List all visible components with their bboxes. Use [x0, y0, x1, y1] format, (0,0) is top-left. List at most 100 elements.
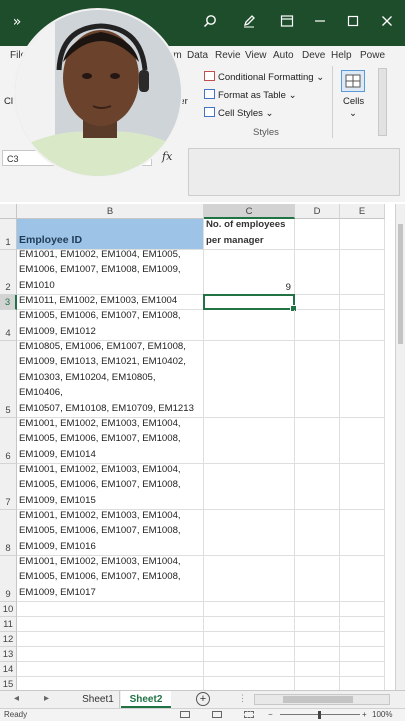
- cell-c4[interactable]: [204, 310, 295, 341]
- cell-d1[interactable]: [295, 219, 340, 250]
- column-header-e[interactable]: E: [340, 204, 385, 219]
- cell-d10[interactable]: [295, 602, 340, 617]
- cell-e9[interactable]: [340, 556, 385, 602]
- row-header-10[interactable]: 10: [0, 602, 17, 617]
- cell-e12[interactable]: [340, 632, 385, 647]
- cells-icon[interactable]: [341, 70, 365, 92]
- cell-e3[interactable]: [340, 295, 385, 310]
- cell-e11[interactable]: [340, 617, 385, 632]
- column-header-c[interactable]: C: [204, 204, 295, 219]
- cell-c10[interactable]: [204, 602, 295, 617]
- cell-c9[interactable]: [204, 556, 295, 602]
- chevron-icon[interactable]: »: [6, 14, 28, 30]
- page-break-icon[interactable]: [244, 711, 254, 718]
- zoom-in-icon[interactable]: +: [362, 709, 367, 721]
- cell-c6[interactable]: [204, 418, 295, 464]
- cell-e2[interactable]: [340, 250, 385, 295]
- row-header-4[interactable]: 4: [0, 310, 17, 341]
- row-header-9[interactable]: 9: [0, 556, 17, 602]
- row-header-6[interactable]: 6: [0, 418, 17, 464]
- cell-e7[interactable]: [340, 464, 385, 510]
- row-header-12[interactable]: 12: [0, 632, 17, 647]
- cell-d8[interactable]: [295, 510, 340, 556]
- cell-d5[interactable]: [295, 341, 340, 418]
- conditional-formatting-button[interactable]: Conditional Formatting ⌄: [204, 71, 324, 83]
- cell-b2[interactable]: EM1001, EM1002, EM1004, EM1005, EM1006, …: [17, 250, 204, 295]
- zoom-out-icon[interactable]: −: [268, 709, 273, 721]
- cell-b5[interactable]: EM1011, EM1042, EM1063, EM1064, EM10805,…: [17, 341, 204, 418]
- pen-icon[interactable]: [238, 14, 260, 32]
- spreadsheet-grid[interactable]: B C D E 1 Employee ID No. of employees per man…: [0, 204, 405, 692]
- scrollbar-thumb[interactable]: [283, 696, 353, 703]
- cell-d9[interactable]: [295, 556, 340, 602]
- formula-input[interactable]: [188, 148, 400, 196]
- row-header-5[interactable]: 5: [0, 341, 17, 418]
- page-layout-icon[interactable]: [212, 711, 222, 718]
- cell-e8[interactable]: [340, 510, 385, 556]
- cell-e1[interactable]: [340, 219, 385, 250]
- cell-c8[interactable]: [204, 510, 295, 556]
- vertical-scrollbar-thumb[interactable]: [398, 224, 403, 344]
- row-header-13[interactable]: 13: [0, 647, 17, 662]
- cell-b13[interactable]: [17, 647, 204, 662]
- row-header-7[interactable]: 7: [0, 464, 17, 510]
- cell-c5[interactable]: [204, 341, 295, 418]
- cell-b12[interactable]: [17, 632, 204, 647]
- minimize-icon[interactable]: [309, 14, 331, 32]
- selected-cell-c3[interactable]: [203, 294, 297, 312]
- cell-b9[interactable]: EM1001, EM1002, EM1003, EM1004, EM1005, …: [17, 556, 204, 602]
- horizontal-scrollbar[interactable]: [254, 694, 390, 705]
- cell-d11[interactable]: [295, 617, 340, 632]
- row-header-3[interactable]: 3: [0, 295, 17, 310]
- row-header-14[interactable]: 14: [0, 662, 17, 677]
- cell-d3[interactable]: [295, 295, 340, 310]
- cell-c1[interactable]: No. of employees per manager: [204, 219, 295, 250]
- cell-b6[interactable]: EM1001, EM1002, EM1003, EM1004, EM1005, …: [17, 418, 204, 464]
- function-icon[interactable]: fx: [162, 150, 172, 163]
- cell-styles-button[interactable]: Cell Styles ⌄: [204, 107, 273, 119]
- cell-e10[interactable]: [340, 602, 385, 617]
- cell-e14[interactable]: [340, 662, 385, 677]
- add-sheet-icon[interactable]: +: [196, 692, 210, 706]
- tab-automate[interactable]: Auto: [273, 50, 294, 61]
- cell-b1[interactable]: Employee ID: [17, 219, 204, 250]
- cell-d2[interactable]: [295, 250, 340, 295]
- ribbon-scrollbar[interactable]: [378, 68, 387, 136]
- tab-view[interactable]: View: [245, 50, 267, 61]
- cell-c12[interactable]: [204, 632, 295, 647]
- ribbon-display-icon[interactable]: [276, 14, 298, 32]
- cell-d7[interactable]: [295, 464, 340, 510]
- row-header-8[interactable]: 8: [0, 510, 17, 556]
- cell-c7[interactable]: [204, 464, 295, 510]
- cell-b11[interactable]: [17, 617, 204, 632]
- column-header-b[interactable]: B: [17, 204, 204, 219]
- tab-sheet2[interactable]: Sheet2: [121, 691, 171, 708]
- cell-b10[interactable]: [17, 602, 204, 617]
- vertical-scrollbar[interactable]: [395, 204, 405, 690]
- sheet-next-icon[interactable]: ▸: [44, 693, 49, 704]
- cell-b3[interactable]: EM1011, EM1002, EM1003, EM1004: [17, 295, 204, 310]
- cell-d12[interactable]: [295, 632, 340, 647]
- cell-e6[interactable]: [340, 418, 385, 464]
- normal-view-icon[interactable]: [180, 711, 190, 718]
- row-header-2[interactable]: 2: [0, 250, 17, 295]
- cell-b8[interactable]: EM1001, EM1002, EM1003, EM1004, EM1005, …: [17, 510, 204, 556]
- column-header-d[interactable]: D: [295, 204, 340, 219]
- cell-d14[interactable]: [295, 662, 340, 677]
- cell-d6[interactable]: [295, 418, 340, 464]
- cell-e5[interactable]: [340, 341, 385, 418]
- close-icon[interactable]: [376, 14, 398, 32]
- zoom-slider-thumb[interactable]: [318, 711, 321, 719]
- cell-d4[interactable]: [295, 310, 340, 341]
- cell-c2[interactable]: 9: [204, 250, 295, 295]
- cell-b14[interactable]: [17, 662, 204, 677]
- zoom-level[interactable]: 100%: [372, 709, 392, 721]
- search-icon[interactable]: [199, 14, 221, 32]
- tab-help[interactable]: Help: [331, 50, 352, 61]
- format-as-table-button[interactable]: Format as Table ⌄: [204, 89, 297, 101]
- cell-e4[interactable]: [340, 310, 385, 341]
- cells-button[interactable]: Cells: [343, 96, 364, 107]
- row-header-1[interactable]: 1: [0, 219, 17, 250]
- cell-b4[interactable]: EM1005, EM1006, EM1007, EM1008, EM1009, …: [17, 310, 204, 341]
- cell-c14[interactable]: [204, 662, 295, 677]
